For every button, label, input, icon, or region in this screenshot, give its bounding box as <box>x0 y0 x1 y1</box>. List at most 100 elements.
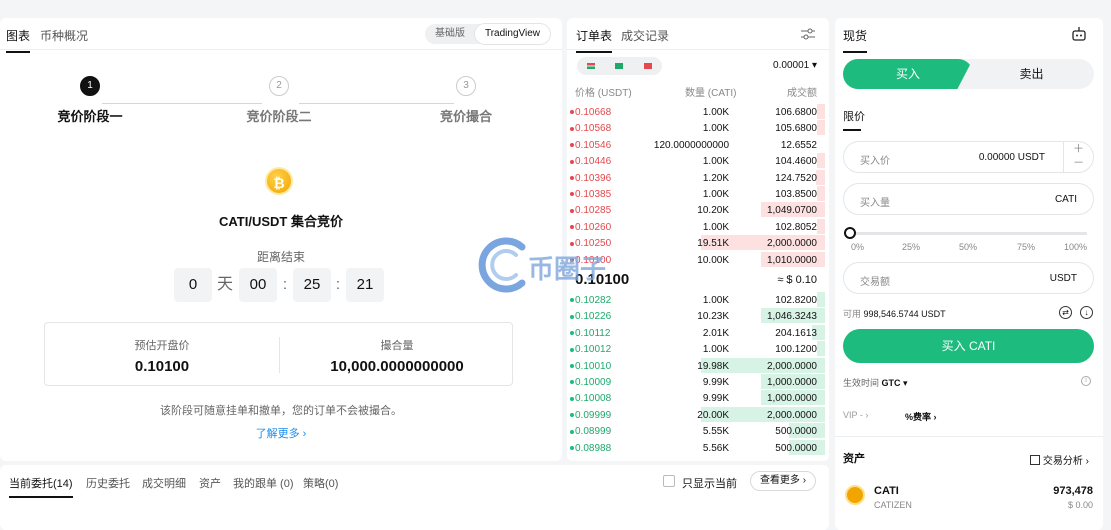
row-qty: 1.20K <box>702 172 729 184</box>
bid-row[interactable]: 0.08999 5.55K 500.0000 <box>567 423 829 439</box>
bid-row[interactable]: 0.10226 10.23K 1,046.3243 <box>567 308 829 324</box>
bid-row[interactable]: 0.10012 1.00K 100.1200 <box>567 341 829 357</box>
buy-tab[interactable]: 买入 <box>843 59 973 89</box>
tab-open-orders[interactable]: 当前委托(14) <box>9 475 73 498</box>
ask-row[interactable]: 0.10396 1.20K 124.7520 <box>567 169 829 186</box>
sell-tab[interactable]: 卖出 <box>969 59 1094 89</box>
chart-icon <box>1029 455 1040 465</box>
countdown-day-unit: 天 <box>216 276 233 293</box>
percent-mark[interactable]: 0% <box>851 242 864 252</box>
row-qty: 9.99K <box>702 393 729 405</box>
own-order-dot-icon <box>570 445 574 450</box>
tab-strategies[interactable]: 策略(0) <box>303 475 338 491</box>
ask-row[interactable]: 0.10568 1.00K 105.6800 <box>567 120 829 136</box>
tab-assets[interactable]: 资产 <box>199 475 221 491</box>
row-total: 2,000.0000 <box>766 360 817 372</box>
step-2: 2 竞价阶段二 <box>229 76 329 125</box>
row-total: 1,046.3243 <box>766 311 817 323</box>
ask-row[interactable]: 0.10285 10.20K 1,049.0700 <box>567 202 829 218</box>
depth-bar <box>816 169 825 185</box>
price-stepper[interactable]: ＋－ <box>1063 142 1093 172</box>
ask-row[interactable]: 0.10260 1.00K 102.8052 <box>567 218 829 235</box>
precision-select[interactable]: 0.00001 ▾ <box>773 60 817 71</box>
ask-row[interactable]: 0.10385 1.00K 103.8500 <box>567 186 829 202</box>
assets-title: 资产 <box>843 453 865 465</box>
header-qty: 数量 (CATI) <box>685 88 737 99</box>
price-field[interactable]: 买入价 0.00000 USDT ＋－ <box>843 141 1094 173</box>
countdown-minutes: 25 <box>293 268 331 302</box>
tab-chart[interactable]: 图表 <box>6 27 31 53</box>
tab-trade-history[interactable]: 成交记录 <box>621 27 669 44</box>
row-price: 0.10010 <box>570 361 611 372</box>
robot-icon[interactable] <box>1071 26 1087 42</box>
row-total: 1,000.0000 <box>766 393 817 405</box>
bid-row[interactable]: 0.10112 2.01K 204.1613 <box>567 324 829 341</box>
divider <box>835 436 1103 437</box>
total-label: 交易额 <box>860 277 890 288</box>
tif-label: 生效时间 <box>843 378 880 388</box>
bid-row[interactable]: 0.09999 20.00K 2,000.0000 <box>567 406 829 423</box>
own-order-dot-icon <box>570 126 574 131</box>
est-open-label: 预估开盘价 <box>134 340 190 352</box>
tab-order-book[interactable]: 订单表 <box>576 27 613 53</box>
trade-analysis-link[interactable]: 交易分析 › <box>1029 452 1089 467</box>
tab-order-history[interactable]: 历史委托 <box>86 475 130 491</box>
bid-row[interactable]: 0.10010 19.98K 2,000.0000 <box>567 357 829 374</box>
tab-spot[interactable]: 现货 <box>843 27 868 53</box>
info-icon[interactable]: i <box>1081 376 1091 386</box>
learn-more-link[interactable]: 了解更多 › <box>0 425 562 441</box>
step-label: 竞价撮合 <box>439 109 492 124</box>
step-number: 1 <box>80 76 100 96</box>
depth-bar <box>817 218 825 234</box>
view-tradingview-button[interactable]: TradingView <box>474 24 550 44</box>
row-qty: 1.00K <box>702 221 729 233</box>
order-type-limit[interactable]: 限价 <box>843 108 865 131</box>
view-more-button[interactable]: 查看更多 › <box>750 471 816 491</box>
percent-mark[interactable]: 50% <box>959 242 977 252</box>
own-order-dot-icon <box>570 175 574 180</box>
percent-mark[interactable]: 100% <box>1064 242 1087 252</box>
both-sides-icon[interactable] <box>587 63 596 69</box>
vip-badge[interactable]: VIP - › <box>843 410 868 420</box>
amount-slider-track[interactable] <box>849 232 1087 235</box>
transfer-icon[interactable]: ⇄ <box>1059 306 1072 319</box>
settings-sliders-icon[interactable] <box>801 28 815 40</box>
chart-tabbar: 图表 币种概况 基础版 TradingView <box>0 18 562 53</box>
only-current-checkbox[interactable] <box>663 475 675 487</box>
tab-fills[interactable]: 成交明细 <box>142 475 186 491</box>
percent-mark[interactable]: 75% <box>1017 242 1035 252</box>
time-in-force[interactable]: 生效时间 GTC ▾ <box>843 376 908 389</box>
fee-rate-link[interactable]: %费率 › <box>905 410 937 423</box>
bid-row[interactable]: 0.08988 5.56K 500.0000 <box>567 439 829 456</box>
ask-row[interactable]: 0.10546 120.0000000000 12.6552 <box>567 137 829 153</box>
bid-row[interactable]: 0.10009 9.99K 1,000.0000 <box>567 374 829 390</box>
tab-copy-trades[interactable]: 我的跟单 (0) <box>233 475 294 491</box>
amount-field[interactable]: 买入量 CATI <box>843 183 1094 215</box>
asset-usd-value: $ 0.00 <box>1067 500 1093 510</box>
ask-row[interactable]: 0.10446 1.00K 104.4600 <box>567 153 829 169</box>
available-label: 可用 <box>843 309 862 319</box>
tab-coin-overview[interactable]: 币种概况 <box>40 27 88 44</box>
row-total: 102.8052 <box>775 221 817 233</box>
countdown-days: 0 <box>174 268 212 302</box>
asks-only-icon[interactable] <box>643 63 652 69</box>
view-basic-button[interactable]: 基础版 <box>425 24 475 44</box>
amount-unit: CATI <box>1054 194 1077 205</box>
row-qty: 120.0000000000 <box>653 139 729 151</box>
step-1: 1 竞价阶段一 <box>40 76 140 125</box>
ask-row[interactable]: 0.10668 1.00K 106.6800 <box>567 104 829 120</box>
row-qty: 10.20K <box>697 205 729 217</box>
percent-mark[interactable]: 25% <box>902 242 920 252</box>
bid-row[interactable]: 0.10008 9.99K 1,000.0000 <box>567 390 829 406</box>
depth-bar <box>817 153 825 169</box>
row-price: 0.10285 <box>570 205 611 216</box>
est-open-value: 0.10100 <box>134 358 190 375</box>
bids-only-icon[interactable] <box>615 63 624 69</box>
view-toggle: 基础版 TradingView <box>424 24 550 44</box>
total-field[interactable]: 交易额 USDT <box>843 262 1094 294</box>
depth-bar <box>817 104 825 119</box>
asset-fullname: CATIZEN <box>874 500 912 510</box>
amount-slider-handle[interactable] <box>844 227 856 239</box>
deposit-icon[interactable]: ↓ <box>1080 306 1093 319</box>
buy-cati-button[interactable]: 买入 CATI <box>843 329 1094 363</box>
